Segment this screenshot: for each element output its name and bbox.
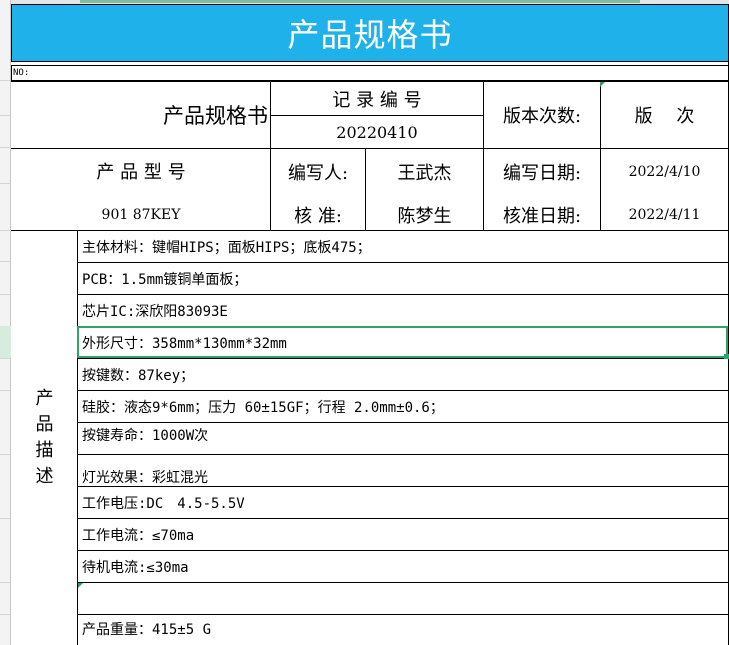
- approver-label[interactable]: 核 准:: [271, 200, 365, 230]
- spec-line-key-count[interactable]: 按键数：87key；: [78, 359, 194, 391]
- row-divider: [0, 230, 11, 231]
- writer-label[interactable]: 编写人:: [271, 152, 365, 192]
- spec-line-chip[interactable]: 芯片IC:深欣阳83093E: [78, 295, 228, 327]
- approve-date-value[interactable]: 2022/4/11: [601, 200, 728, 230]
- spec-title-cell[interactable]: 产品规格书: [12, 82, 270, 148]
- document-banner-title[interactable]: 产品规格书: [11, 4, 729, 62]
- row-header-column: [0, 0, 11, 645]
- row-divider: [0, 582, 11, 583]
- selected-row-header[interactable]: [0, 326, 11, 358]
- description-section-label[interactable]: 产 品 描 述: [12, 231, 77, 645]
- version-label[interactable]: 版本次数:: [484, 82, 600, 148]
- row-divider: [0, 390, 11, 391]
- comment-indicator-icon: [600, 82, 605, 87]
- row-divider: [0, 358, 11, 359]
- number-label[interactable]: NO:: [11, 65, 729, 81]
- row-divider: [0, 454, 11, 455]
- spec-line-lighting[interactable]: 灯光效果：彩虹混光: [78, 455, 208, 487]
- write-date-value[interactable]: 2022/4/10: [601, 152, 728, 192]
- spec-line-key-life[interactable]: 按键寿命：1000W次: [78, 423, 208, 455]
- spec-line-material[interactable]: 主体材料：键帽HIPS；面板HIPS；底板475；: [78, 231, 371, 263]
- record-number-label[interactable]: 记 录 编 号: [271, 82, 483, 115]
- spec-line-voltage[interactable]: 工作电压:DC 4.5-5.5V: [78, 487, 245, 519]
- model-value[interactable]: 901 87KEY: [12, 200, 270, 230]
- row-divider: [0, 115, 11, 116]
- spec-line-weight[interactable]: 产品重量：415±5 G: [78, 613, 211, 645]
- write-date-label[interactable]: 编写日期:: [484, 152, 600, 192]
- approve-date-label[interactable]: 核准日期:: [484, 200, 600, 230]
- row-divider: [0, 147, 11, 148]
- version-value[interactable]: 版 次: [601, 82, 728, 148]
- spec-line-standby-current[interactable]: 待机电流:≤30ma: [78, 551, 189, 583]
- spec-line-current[interactable]: 工作电流：≤70ma: [78, 519, 194, 551]
- row-divider: [0, 80, 11, 81]
- row-divider: [0, 614, 11, 615]
- active-cell-selection[interactable]: [77, 326, 728, 358]
- comment-indicator-icon: [78, 583, 83, 588]
- writer-value[interactable]: 王武杰: [366, 152, 483, 192]
- approver-value[interactable]: 陈梦生: [366, 200, 483, 230]
- spec-line-silicone[interactable]: 硅胶：液态9*6mm；压力 60±15GF；行程 2.0mm±0.6；: [78, 391, 444, 423]
- fill-handle[interactable]: [724, 354, 729, 359]
- model-label[interactable]: 产 品 型 号: [12, 149, 270, 193]
- selected-column-highlight: [80, 0, 640, 3]
- record-number-value[interactable]: 20220410: [271, 116, 483, 148]
- row-divider: [0, 294, 11, 295]
- spec-line-pcb[interactable]: PCB：1.5mm镀铜单面板；: [78, 263, 247, 295]
- row-divider: [0, 261, 11, 262]
- row-divider: [0, 518, 11, 519]
- row-divider: [0, 183, 11, 184]
